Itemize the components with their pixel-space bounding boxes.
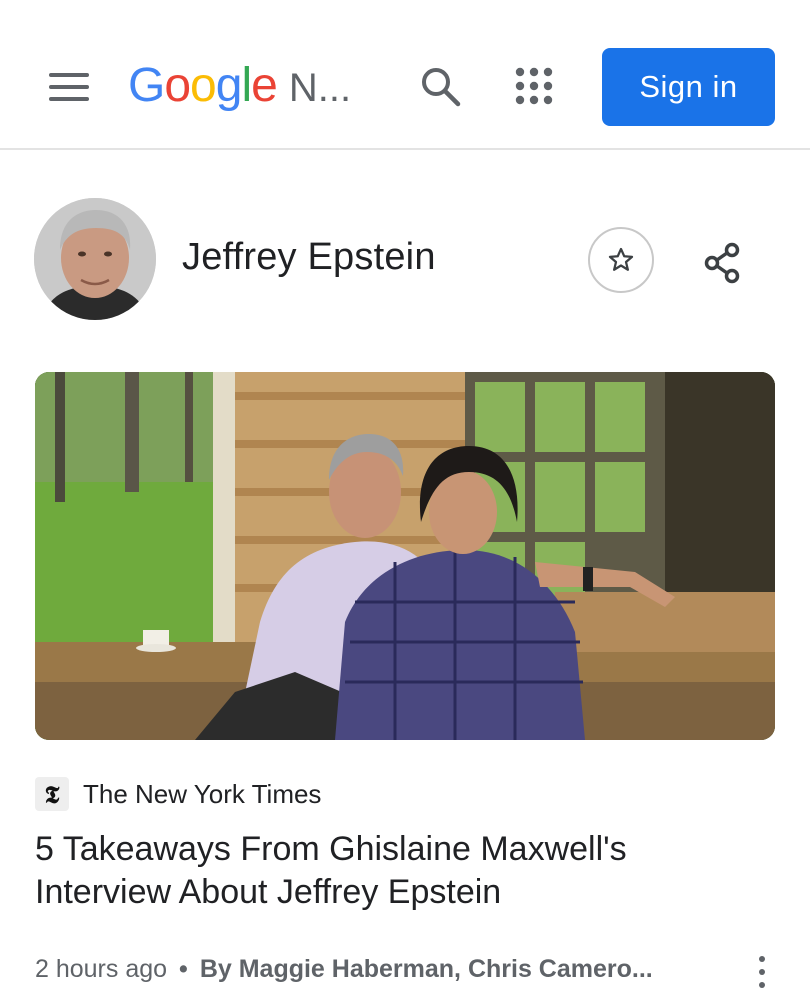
follow-star-button[interactable] <box>588 227 654 293</box>
logo-letter: o <box>190 59 217 112</box>
logo-letter: o <box>164 59 191 112</box>
logo-letter: G <box>128 59 165 112</box>
article-image[interactable] <box>35 372 775 740</box>
menu-icon[interactable] <box>44 62 94 112</box>
logo-letter: l <box>241 59 252 112</box>
logo-suffix: N... <box>288 66 352 110</box>
sign-in-button[interactable]: Sign in <box>602 48 775 126</box>
logo-wordmark: Google <box>128 58 278 113</box>
publisher-logo-icon: 𝕿 <box>35 777 69 811</box>
more-vert-icon[interactable] <box>752 956 772 988</box>
article-meta: 2 hours ago • By Maggie Haberman, Chris … <box>35 955 653 984</box>
publisher-name: The New York Times <box>83 778 322 809</box>
topic-avatar <box>34 198 156 320</box>
star-icon <box>608 247 634 271</box>
topic-title: Jeffrey Epstein <box>182 236 436 278</box>
top-app-bar: Google N... Sign in <box>0 0 810 150</box>
search-icon[interactable] <box>418 64 464 110</box>
article-time: 2 hours ago <box>35 955 168 983</box>
logo-letter: g <box>215 59 243 112</box>
logo-letter: e <box>251 59 278 112</box>
apps-grid-icon[interactable] <box>512 64 556 108</box>
article-source[interactable]: 𝕿 The New York Times <box>35 777 321 811</box>
article-headline[interactable]: 5 Takeaways From Ghislaine Maxwell's Int… <box>35 828 735 914</box>
meta-separator: • <box>179 955 188 983</box>
page: Google N... Sign in Jeffrey Epstein 𝕿 Th… <box>0 0 810 1000</box>
google-news-logo[interactable]: Google N... <box>128 58 351 118</box>
share-icon[interactable] <box>700 240 746 286</box>
article-byline: By Maggie Haberman, Chris Camero... <box>199 955 653 983</box>
